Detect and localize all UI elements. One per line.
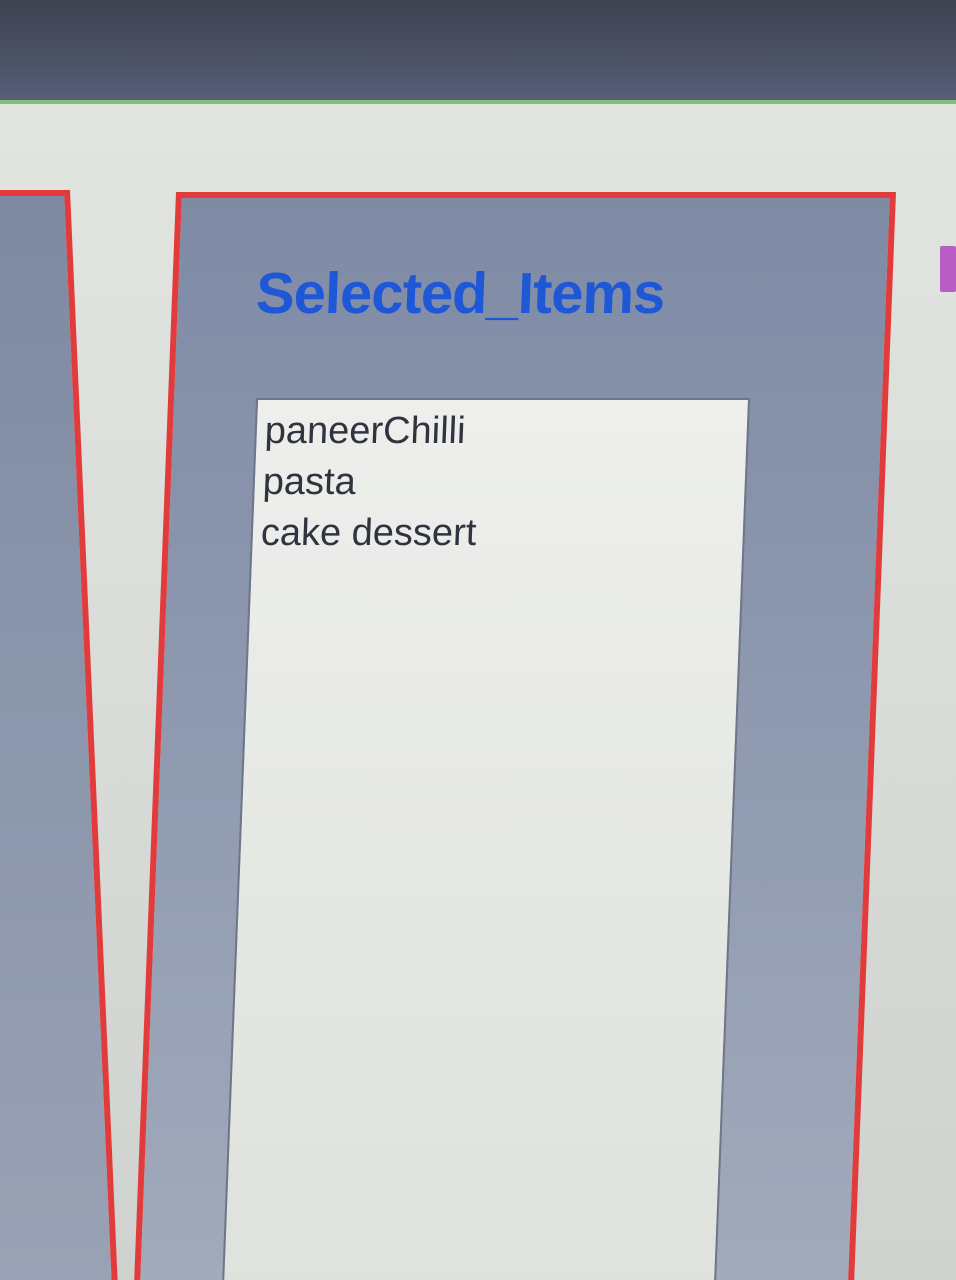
selected-items-panel: Selected_Items paneerChilli pasta cake d… (133, 192, 897, 1280)
list-item[interactable]: paneerChilli (264, 406, 740, 457)
selected-items-listbox[interactable]: paneerChilli pasta cake dessert (221, 398, 751, 1280)
right-panel-accent (940, 246, 956, 292)
list-item[interactable]: cake dessert (260, 508, 736, 559)
list-item[interactable]: pasta (262, 457, 738, 508)
monitor-top-band (0, 0, 956, 104)
panel-title: Selected_Items (254, 261, 666, 326)
